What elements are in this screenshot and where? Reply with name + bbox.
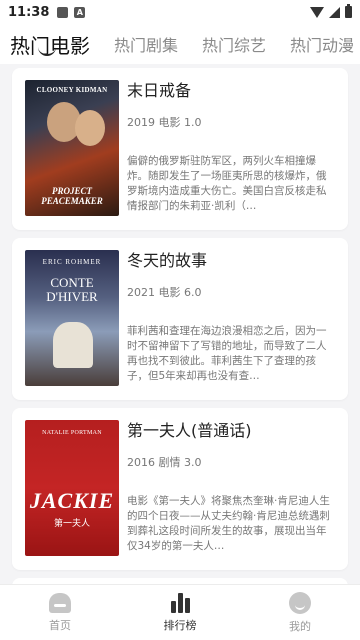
poster-text: CLOONEY KIDMAN — [36, 86, 108, 94]
movie-description: 偏僻的俄罗斯驻防军区，两列火车相撞爆炸。随即发生了一场匪夷所思的核爆炸，俄罗斯境… — [127, 155, 327, 212]
nav-label: 首页 — [49, 618, 71, 632]
tab-hot-anime[interactable]: 热门动漫 — [290, 32, 354, 56]
nav-ranking[interactable]: 排行榜 — [120, 585, 240, 640]
nav-profile[interactable]: 我的 — [240, 585, 360, 640]
nav-label: 我的 — [289, 619, 311, 633]
movie-title: 末日戒备 — [127, 81, 192, 100]
movie-card[interactable]: CLOONEY KIDMAN PROJECT PEACEMAKER 末日戒备 2… — [12, 68, 348, 230]
movie-title: 第一夫人(普通话) — [127, 421, 252, 440]
tab-label: 热门综艺 — [202, 36, 267, 55]
movie-description: 电影《第一夫人》将聚焦杰奎琳·肯尼迪人生的四个日夜——从丈夫约翰·肯尼迪总统遇刺… — [127, 495, 330, 552]
movie-meta: 2019 电影 1.0 — [127, 116, 202, 129]
signal-icon — [329, 6, 340, 18]
poster-text: CONTE D'HIVER — [46, 275, 98, 304]
ranking-icon — [169, 592, 191, 613]
category-tabs: 热门电影 热门剧集 热门综艺 热门动漫 — [0, 24, 360, 64]
profile-icon — [289, 591, 311, 614]
poster-text: NATALIE PORTMAN — [42, 430, 102, 436]
movie-poster: ERIC ROHMER CONTE D'HIVER — [25, 250, 119, 386]
movie-description: 菲利茜和查理在海边浪漫相恋之后，因为一时不留神留下了写错的地址，而导致了二人再也… — [127, 325, 327, 382]
poster-figure — [75, 110, 105, 146]
image-notification-icon — [57, 6, 69, 18]
movie-meta: 2016 剧情 3.0 — [127, 456, 202, 469]
movie-poster: CLOONEY KIDMAN PROJECT PEACEMAKER — [25, 80, 119, 216]
movie-list: CLOONEY KIDMAN PROJECT PEACEMAKER 末日戒备 2… — [12, 68, 348, 606]
poster-text: ERIC ROHMER — [42, 258, 102, 266]
movie-title: 冬天的故事 — [127, 251, 208, 270]
tab-hot-variety[interactable]: 热门综艺 — [202, 32, 266, 56]
movie-meta: 2021 电影 6.0 — [127, 286, 202, 299]
tab-hot-movies[interactable]: 热门电影 — [10, 30, 90, 59]
nav-home[interactable]: 首页 — [0, 585, 120, 640]
movie-card[interactable]: ERIC ROHMER CONTE D'HIVER 冬天的故事 2021 电影 … — [12, 238, 348, 400]
poster-text: 第一夫人 — [53, 518, 90, 528]
home-icon — [49, 592, 71, 613]
poster-text: JACKIE — [29, 488, 115, 513]
tab-label: 热门剧集 — [114, 36, 179, 55]
poster-text: PROJECT PEACEMAKER — [41, 186, 103, 206]
status-bar: 11:38 A — [0, 0, 360, 24]
tab-hot-series[interactable]: 热门剧集 — [114, 32, 178, 56]
bottom-nav: 首页 排行榜 我的 — [0, 584, 360, 640]
battery-icon — [345, 4, 352, 18]
poster-figure — [53, 322, 93, 368]
wifi-icon — [310, 6, 324, 18]
nav-label: 排行榜 — [163, 618, 197, 632]
tab-label: 热门动漫 — [290, 36, 355, 55]
status-time: 11:38 — [8, 4, 50, 20]
a-notification-icon: A — [74, 6, 86, 18]
movie-poster: NATALIE PORTMAN JACKIE 第一夫人 — [25, 420, 119, 556]
movie-card[interactable]: NATALIE PORTMAN JACKIE 第一夫人 第一夫人(普通话) 20… — [12, 408, 348, 570]
